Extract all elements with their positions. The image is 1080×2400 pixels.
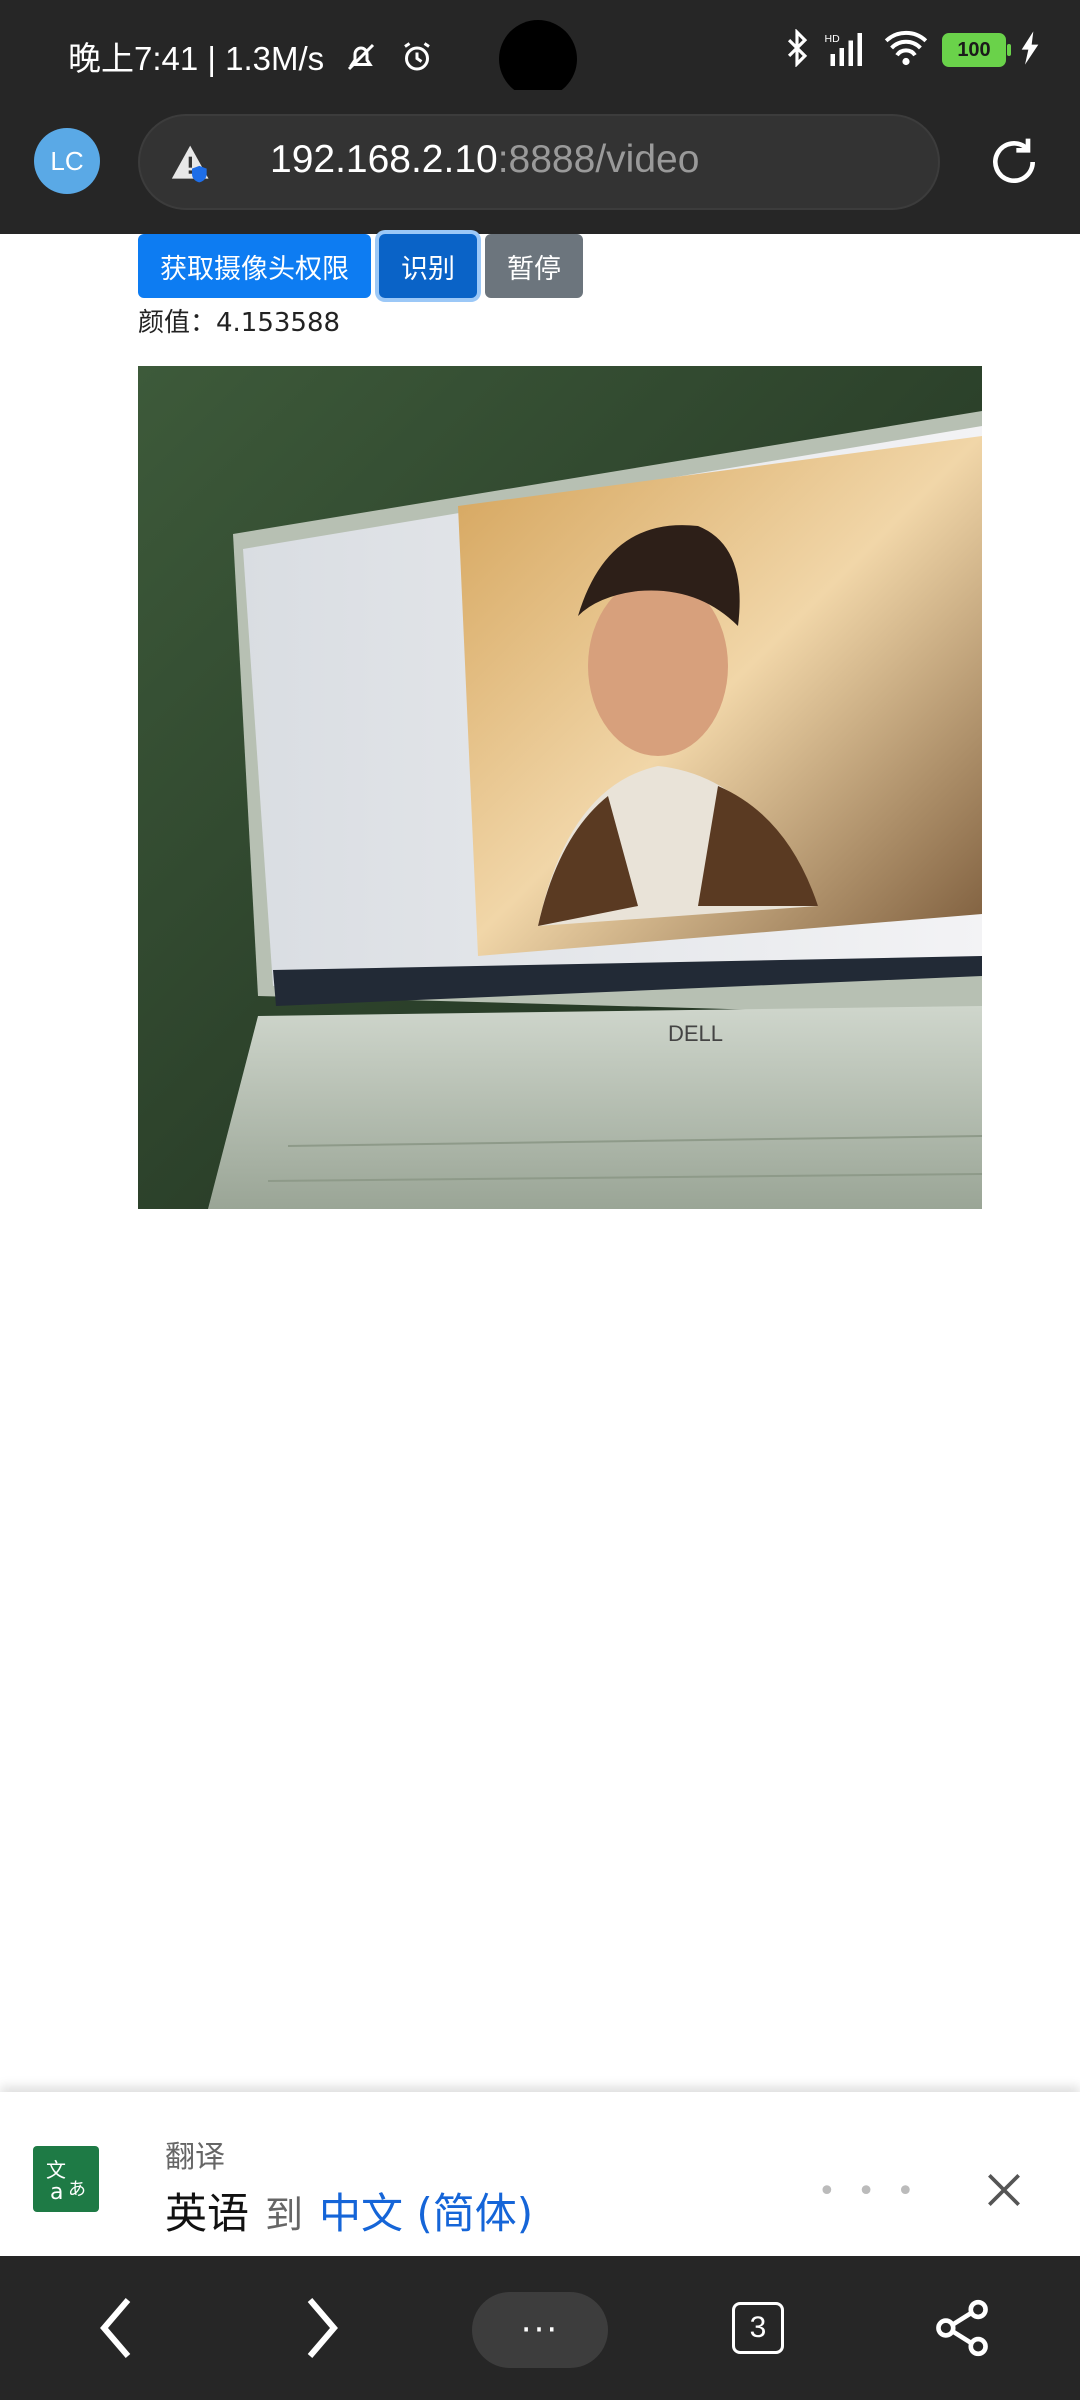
pause-button[interactable]: 暂停 bbox=[485, 234, 583, 298]
url-path: :8888/video bbox=[497, 138, 700, 181]
camera-video: DELL bbox=[138, 366, 982, 1209]
target-language[interactable]: 中文 (简体) bbox=[319, 2189, 533, 2238]
status-left: 晚上7:41 | 1.3M/s bbox=[68, 32, 435, 83]
profile-avatar[interactable]: LC bbox=[34, 128, 100, 194]
front-camera bbox=[499, 20, 577, 98]
browser-toolbar: LC 192.168.2.10:8888/video bbox=[0, 90, 1080, 234]
mute-icon bbox=[343, 39, 379, 83]
source-language[interactable]: 英语 bbox=[165, 2189, 249, 2238]
translate-title: 翻译 bbox=[165, 2140, 225, 2175]
translate-bar: 文aあ 翻译 英语到中文 (简体) • • • bbox=[0, 2092, 1080, 2256]
control-buttons: 获取摄像头权限 识别 暂停 bbox=[138, 234, 583, 298]
bottom-navigation: ··· 3 bbox=[0, 2256, 1080, 2400]
url-host: 192.168.2.10 bbox=[270, 138, 498, 181]
charging-icon bbox=[1020, 31, 1040, 69]
svg-text:文: 文 bbox=[46, 2158, 66, 2182]
close-icon[interactable] bbox=[982, 2168, 1026, 2216]
back-icon[interactable] bbox=[96, 2292, 136, 2368]
get-camera-permission-button[interactable]: 获取摄像头权限 bbox=[138, 234, 371, 298]
share-icon[interactable] bbox=[934, 2298, 990, 2362]
svg-text:HD: HD bbox=[825, 33, 841, 45]
recognize-button[interactable]: 识别 bbox=[379, 234, 477, 298]
svg-text:a: a bbox=[50, 2180, 63, 2203]
address-bar[interactable]: 192.168.2.10:8888/video bbox=[138, 114, 940, 210]
wifi-icon bbox=[884, 30, 928, 70]
status-time-speed: 晚上7:41 | 1.3M/s bbox=[68, 40, 325, 77]
forward-icon[interactable] bbox=[302, 2292, 342, 2368]
alarm-icon bbox=[399, 39, 435, 83]
svg-text:あ: あ bbox=[68, 2179, 86, 2200]
menu-button[interactable]: ··· bbox=[472, 2292, 608, 2368]
status-bar: 晚上7:41 | 1.3M/s HD 100 bbox=[0, 0, 1080, 98]
signal-icon: HD bbox=[824, 30, 870, 70]
reload-icon[interactable] bbox=[986, 134, 1042, 194]
bluetooth-icon bbox=[784, 28, 810, 71]
beauty-score: 颜值：4.153588 bbox=[138, 308, 341, 338]
status-right: HD 100 bbox=[784, 28, 1040, 71]
translate-languages: 英语到中文 (简体) bbox=[165, 2180, 533, 2241]
tabs-button[interactable]: 3 bbox=[732, 2302, 784, 2354]
insecure-warning-icon[interactable] bbox=[170, 142, 214, 190]
url-text: 192.168.2.10:8888/video bbox=[270, 138, 699, 182]
battery-level: 100 bbox=[957, 38, 991, 61]
svg-text:DELL: DELL bbox=[668, 1021, 723, 1046]
translate-icon: 文aあ bbox=[33, 2146, 99, 2212]
battery-icon: 100 bbox=[942, 33, 1011, 67]
translate-to-label: 到 bbox=[265, 2193, 304, 2237]
more-options-icon[interactable]: • • • bbox=[818, 2174, 920, 2209]
